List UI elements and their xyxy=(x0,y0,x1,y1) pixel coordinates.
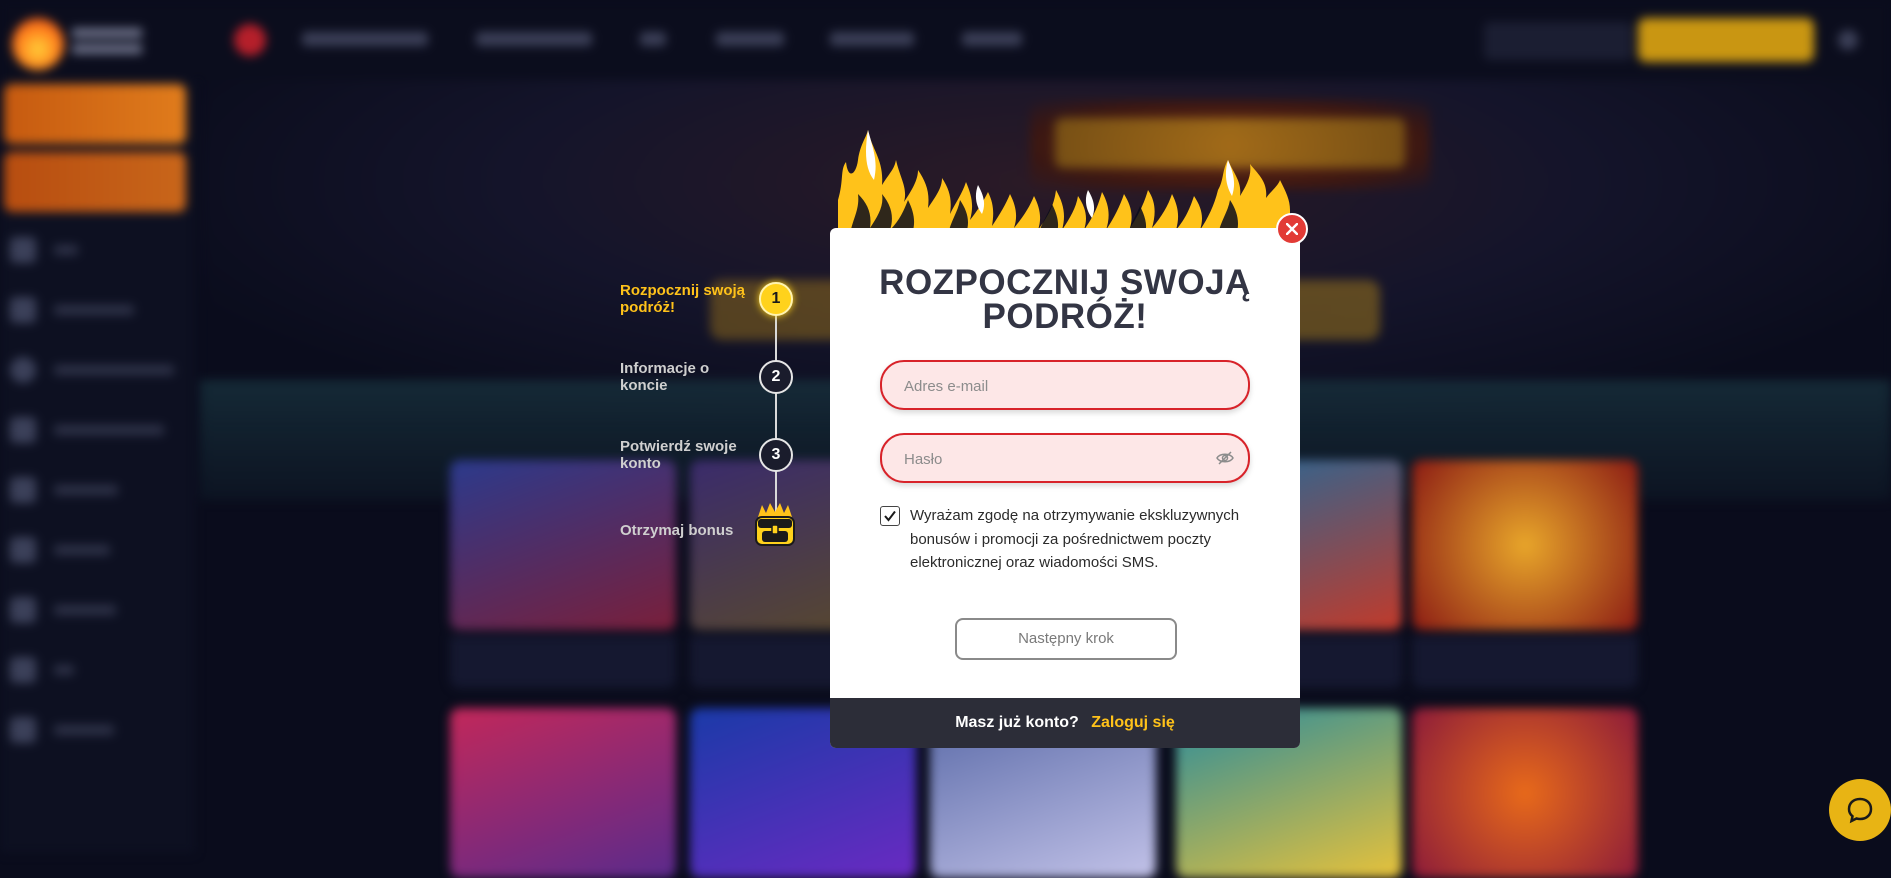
nav-item xyxy=(830,32,914,46)
modal-footer: Masz już konto? Zaloguj się xyxy=(830,698,1300,748)
eye-slash-icon[interactable] xyxy=(1216,450,1234,466)
site-logo xyxy=(8,12,148,74)
nav-item xyxy=(716,32,784,46)
stepper-connector xyxy=(775,300,777,535)
sidebar-item xyxy=(10,415,180,445)
sidebar-promo-banner xyxy=(4,152,186,212)
sidebar-item xyxy=(10,595,180,625)
step-number-2: 2 xyxy=(759,360,793,394)
password-input[interactable] xyxy=(902,435,1206,483)
nav-item xyxy=(962,32,1022,46)
password-field[interactable] xyxy=(880,433,1250,483)
chat-bubble-icon xyxy=(1847,797,1873,824)
step-label-3: Potwierdź swoje konto xyxy=(620,438,737,472)
nav-item xyxy=(302,32,428,46)
consent-checkbox[interactable] xyxy=(880,506,900,526)
login-link[interactable]: Zaloguj się xyxy=(1091,714,1175,731)
top-navigation-bar xyxy=(0,0,1891,80)
sidebar-item xyxy=(10,715,180,745)
consent-label: Wyrażam zgodę na otrzymywanie ekskluzywn… xyxy=(910,507,1240,571)
header-register-button xyxy=(1638,18,1814,62)
step-label-4: Otrzymaj bonus xyxy=(620,522,734,539)
email-field[interactable] xyxy=(880,360,1250,410)
treasure-chest-icon xyxy=(755,503,795,546)
sidebar xyxy=(0,80,195,853)
sidebar-item xyxy=(10,355,180,385)
game-card-footer xyxy=(1412,636,1638,688)
next-step-button[interactable]: Następny krok xyxy=(955,618,1177,660)
sidebar-promo-banner xyxy=(4,84,186,144)
registration-stepper: Rozpocznij swoją podróż! 1 Informacje o … xyxy=(620,270,820,570)
checkmark-icon xyxy=(884,510,896,522)
nav-item xyxy=(476,32,592,46)
step-label-1: Rozpocznij swoją podróż! xyxy=(620,282,746,316)
chat-widget-button[interactable] xyxy=(1829,779,1891,841)
flames-decoration xyxy=(838,130,1290,235)
game-card-footer xyxy=(450,636,676,688)
step-number-1: 1 xyxy=(759,282,793,316)
step-number-3: 3 xyxy=(759,438,793,472)
sidebar-item xyxy=(10,475,180,505)
close-modal-button[interactable] xyxy=(1276,213,1308,245)
sidebar-item xyxy=(10,655,180,685)
close-icon xyxy=(1286,223,1298,235)
sidebar-item xyxy=(10,235,180,265)
modal-title: ROZPOCZNIJ SWOJĄ PODRÓŻ! xyxy=(879,263,1251,336)
language-icon xyxy=(1838,30,1858,50)
header-login-button xyxy=(1484,22,1632,60)
registration-modal: ROZPOCZNIJ SWOJĄ PODRÓŻ! Wyrażam zgodę n… xyxy=(830,228,1300,748)
game-card xyxy=(1412,460,1638,630)
sidebar-item xyxy=(10,535,180,565)
have-account-text: Masz już konto? xyxy=(955,714,1079,731)
nav-item xyxy=(640,32,666,46)
live-badge-icon xyxy=(234,24,266,56)
email-input[interactable] xyxy=(902,362,1206,410)
step-label-2: Informacje o koncie xyxy=(620,360,710,394)
sidebar-item xyxy=(10,295,180,325)
